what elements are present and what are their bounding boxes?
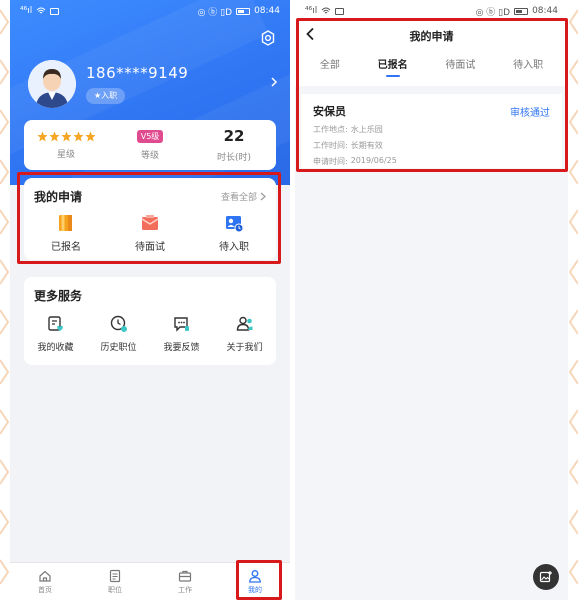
- highlight-box: [236, 560, 282, 600]
- history-icon: [110, 315, 127, 332]
- clock-time: 08:44: [532, 6, 558, 16]
- hours-value: 22: [223, 127, 245, 145]
- service-item-favorites[interactable]: 我的收藏: [26, 314, 86, 353]
- star-icon: [48, 131, 60, 141]
- phone-number: 186****9149: [86, 64, 189, 82]
- stat-label: 时长(时): [216, 153, 252, 163]
- favorites-icon: [47, 316, 63, 331]
- feedback-icon: [173, 317, 189, 332]
- service-item-history[interactable]: 历史职位: [89, 314, 149, 353]
- stat-stars[interactable]: 星级: [24, 120, 108, 170]
- edge-decoration-left: [0, 9, 10, 585]
- highlight-box: [17, 172, 281, 264]
- signal-icon: ⁴⁶ıl: [305, 6, 318, 16]
- battery-icon: [514, 7, 529, 15]
- status-badge: ★入职: [86, 88, 126, 104]
- service-item-about[interactable]: 关于我们: [215, 314, 275, 353]
- floating-action-button[interactable]: [533, 564, 559, 590]
- nav-label: 职位: [108, 585, 122, 594]
- battery-icon: [236, 7, 251, 15]
- service-label: 关于我们: [226, 343, 263, 353]
- nav-label: 工作: [178, 585, 192, 594]
- star-icon: [36, 131, 48, 141]
- avatar[interactable]: [28, 60, 76, 108]
- settings-icon[interactable]: [260, 30, 276, 46]
- profile-screen: ⁴⁶ıl ◎ ⓑ ▯D 08:44 186****9149 ★入职 星级 V5级…: [10, 0, 290, 600]
- nav-item-work[interactable]: 工作: [150, 563, 220, 600]
- nav-label: 首页: [38, 585, 52, 594]
- service-label: 我要反馈: [163, 343, 200, 353]
- star-icon: [84, 131, 96, 141]
- nav-item-jobs[interactable]: 职位: [80, 563, 150, 600]
- avatar-illustration: [28, 60, 76, 108]
- message-icon: [335, 7, 345, 15]
- service-label: 我的收藏: [37, 343, 74, 353]
- stat-level[interactable]: V5级 等级: [108, 120, 192, 170]
- star-rating: [36, 131, 96, 142]
- star-icon: [72, 131, 84, 141]
- message-icon: [50, 7, 60, 15]
- jobs-icon: [109, 569, 121, 582]
- service-label: 历史职位: [100, 343, 137, 353]
- stats-card: 星级 V5级 等级 22 时长(时): [24, 120, 276, 170]
- image-edit-icon: [539, 571, 552, 583]
- more-services-card: 更多服务 我的收藏 历史职位 我要反馈 关于我们: [24, 277, 276, 365]
- service-item-feedback[interactable]: 我要反馈: [152, 314, 212, 353]
- work-icon: [178, 570, 192, 582]
- about-icon: [236, 316, 252, 331]
- signal-icon: ⁴⁶ıl: [20, 6, 33, 16]
- wifi-icon: [321, 7, 331, 14]
- section-title: 更多服务: [34, 289, 83, 303]
- star-icon: [60, 131, 72, 141]
- nav-item-home[interactable]: 首页: [10, 563, 80, 600]
- highlight-box: [296, 18, 568, 172]
- wifi-icon: [36, 7, 46, 14]
- stat-label: 等级: [140, 150, 159, 161]
- chevron-right-icon[interactable]: [270, 76, 278, 88]
- home-icon: [39, 570, 51, 582]
- stat-label: 星级: [56, 149, 75, 160]
- status-indicators: ◎ ⓑ ▯D: [475, 7, 511, 18]
- stat-hours[interactable]: 22 时长(时): [192, 120, 276, 170]
- edge-decoration-right: [568, 9, 578, 585]
- level-badge: V5级: [136, 129, 164, 143]
